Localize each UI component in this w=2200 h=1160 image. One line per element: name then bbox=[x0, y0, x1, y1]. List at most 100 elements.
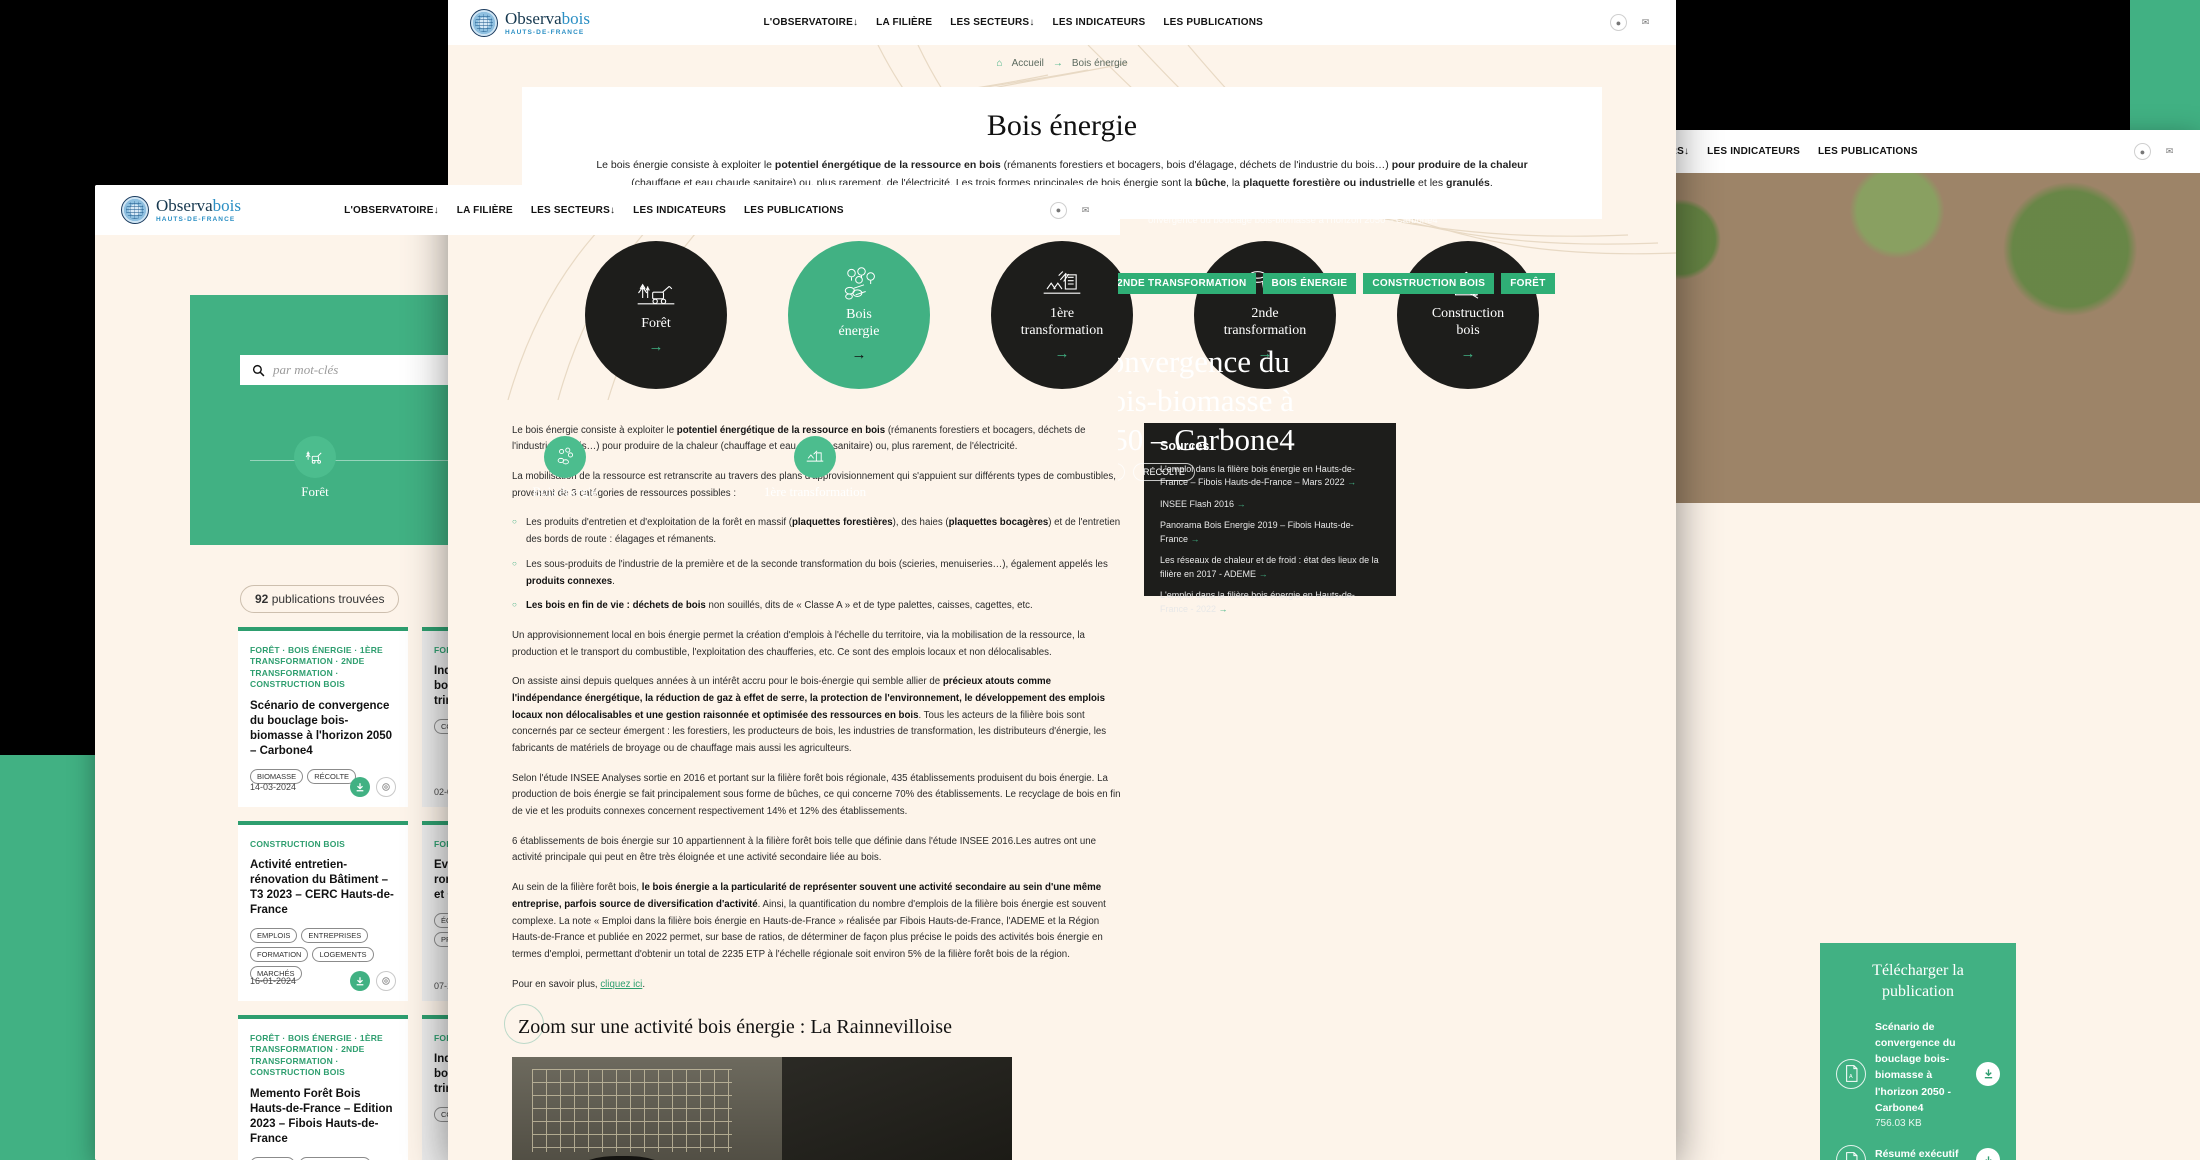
sub-tag[interactable]: BIOMASSE bbox=[1118, 463, 1126, 481]
category-tag[interactable]: FORÊT bbox=[1501, 273, 1555, 294]
file-name: Résumé exécutif bbox=[1875, 1147, 1959, 1160]
sector-filter-1ere-transformation[interactable]: 1ère transformation bbox=[740, 435, 890, 500]
site-logo[interactable]: Observabois HAUTS-DE-FRANCE bbox=[121, 196, 241, 224]
nav-item-publications[interactable]: LES PUBLICATIONS bbox=[1818, 146, 1918, 157]
logo-name-part1: Observa bbox=[156, 196, 213, 215]
nav-item-indicateurs[interactable]: LES INDICATEURS bbox=[1707, 146, 1800, 157]
file-size: 756.03 KB bbox=[1875, 1118, 1922, 1130]
card-tag[interactable]: BOIS D'OEUVRE bbox=[298, 1156, 372, 1160]
breadcrumb-home[interactable]: Accueil bbox=[1012, 58, 1044, 69]
card-actions[interactable] bbox=[350, 971, 396, 991]
site-logo[interactable]: Observabois HAUTS-DE-FRANCE bbox=[470, 8, 590, 37]
envelope-icon[interactable]: ✉ bbox=[1637, 14, 1654, 31]
card-tag[interactable]: LOGEMENTS bbox=[312, 947, 374, 963]
sector-label: Bois énergie bbox=[532, 483, 598, 499]
header-icons[interactable]: ● ✉ bbox=[1049, 201, 1094, 219]
learn-more-suffix: . bbox=[642, 978, 646, 990]
nav-item-indicateurs[interactable]: LES INDICATEURS bbox=[633, 205, 726, 216]
publication-card[interactable]: FORÊT · BOIS ÉNERGIE · 1ÈRE TRANSFORMATI… bbox=[238, 1015, 408, 1160]
publication-subtags[interactable]: BIOMASSE RÉCOLTE bbox=[1118, 463, 1195, 481]
decorative-green-stripe-right bbox=[2130, 0, 2200, 130]
publication-card[interactable]: FORÊT · BOIS ÉNERGIE · 1ÈRE TRANSFORMATI… bbox=[238, 627, 408, 807]
chevron-down-icon: ↓ bbox=[433, 204, 439, 216]
article-paragraph: Un approvisionnement local en bois énerg… bbox=[512, 629, 1085, 658]
header-icons[interactable]: ● ✉ bbox=[2134, 143, 2178, 160]
nav-item-observatoire[interactable]: L'OBSERVATOIRE↓ bbox=[763, 17, 858, 28]
sector-filter-foret[interactable]: Forêt bbox=[240, 435, 390, 500]
source-item[interactable]: Panorama Bois Energie 2019 – Fibois Haut… bbox=[1160, 519, 1380, 546]
sector-label: 1ère transformation bbox=[763, 483, 867, 499]
eye-icon[interactable] bbox=[376, 971, 396, 991]
card-footer: 16-01-2024 bbox=[250, 971, 396, 991]
user-account-icon[interactable]: ● bbox=[2134, 143, 2151, 160]
card-actions[interactable] bbox=[350, 777, 396, 797]
center-breadcrumb[interactable]: ⌂ Accueil → Bois énergie bbox=[448, 45, 1676, 81]
header-icons[interactable]: ● ✉ bbox=[1610, 14, 1654, 31]
category-tag[interactable]: CONSTRUCTION BOIS bbox=[1363, 273, 1495, 294]
publication-title: de convergence du ge bois-biomasse à n 2… bbox=[1118, 344, 1295, 457]
forest-harvester-icon bbox=[637, 283, 675, 305]
source-item[interactable]: Les réseaux de chaleur et de froid : éta… bbox=[1160, 554, 1380, 581]
nav-item-publications[interactable]: LES PUBLICATIONS bbox=[1163, 17, 1263, 28]
photo-worker-detail bbox=[552, 1156, 692, 1160]
nav-item-secteurs[interactable]: LES SECTEURS↓ bbox=[950, 17, 1034, 28]
article-paragraph: 6 établissements de bois énergie sur 10 … bbox=[512, 835, 1097, 864]
sector-bubble-1ere-transformation[interactable]: 1ère transformation → bbox=[991, 240, 1133, 389]
nav-item-observatoire[interactable]: L'OBSERVATOIRE↓ bbox=[344, 205, 439, 216]
learn-more-prefix: Pour en savoir plus, bbox=[512, 978, 601, 990]
category-tag[interactable]: 2NDE TRANSFORMATION bbox=[1118, 273, 1256, 294]
main-nav[interactable]: L'OBSERVATOIRE↓ LA FILIÈRE LES SECTEURS↓… bbox=[763, 17, 1263, 28]
arrow-right-icon: → bbox=[851, 345, 867, 363]
envelope-icon[interactable]: ✉ bbox=[1077, 202, 1094, 219]
article-paragraph: On assiste ainsi depuis quelques années … bbox=[512, 676, 1107, 754]
hero-category-tags[interactable]: TION 2NDE TRANSFORMATION BOIS ÉNERGIE CO… bbox=[1118, 273, 1578, 294]
card-title: Memento Forêt Bois Hauts-de-France – Edi… bbox=[250, 1087, 393, 1145]
main-nav[interactable]: L'OBSERVATOIRE↓ LA FILIÈRE LES SECTEURS↓… bbox=[344, 205, 844, 216]
wood-energy-icon bbox=[544, 435, 586, 478]
user-account-icon[interactable]: ● bbox=[1610, 14, 1627, 31]
download-icon[interactable] bbox=[350, 777, 370, 797]
bois-energie-page-window[interactable]: Observabois HAUTS-DE-FRANCE L'OBSERVATOI… bbox=[448, 0, 1676, 1160]
logo-wordmark: Observabois HAUTS-DE-FRANCE bbox=[505, 10, 590, 36]
nav-item-indicateurs[interactable]: LES INDICATEURS bbox=[1053, 17, 1146, 28]
search-placeholder: par mot-clés bbox=[273, 362, 339, 377]
card-tag[interactable]: FORMATION bbox=[250, 947, 309, 963]
card-tag[interactable]: ENTREPRISES bbox=[301, 928, 369, 944]
download-row[interactable]: A Scénario de convergence du bouclage bo… bbox=[1836, 1019, 2000, 1130]
download-button[interactable] bbox=[1976, 1061, 2000, 1086]
list-item: Les produits d'entretien et d'exploitati… bbox=[512, 515, 1122, 548]
card-categories: CONSTRUCTION BOIS bbox=[250, 839, 346, 849]
sub-tag[interactable]: RÉCOLTE bbox=[1133, 463, 1195, 481]
source-item[interactable]: L'emploi dans la filière bois énergie en… bbox=[1160, 589, 1380, 616]
category-tag[interactable]: BOIS ÉNERGIE bbox=[1262, 273, 1357, 294]
download-button[interactable] bbox=[1976, 1148, 2000, 1160]
card-tag[interactable]: EMPLOIS bbox=[250, 928, 298, 944]
arrow-right-icon: → bbox=[1054, 344, 1070, 362]
sector-bubble-foret[interactable]: Forêt → bbox=[585, 240, 727, 389]
nav-item-filiere[interactable]: LA FILIÈRE bbox=[457, 205, 513, 216]
user-account-icon[interactable]: ● bbox=[1049, 201, 1067, 219]
card-categories: FORÊT · BOIS ÉNERGIE · 1ÈRE TRANSFORMATI… bbox=[250, 645, 383, 690]
sector-bubble-bois-energie[interactable]: Bois énergie → bbox=[788, 240, 930, 389]
sector-filter-bois-energie[interactable]: Bois énergie bbox=[490, 435, 640, 500]
card-tag[interactable]: ARBRES bbox=[250, 1156, 295, 1160]
publication-card[interactable]: CONSTRUCTION BOIS Activité entretien-rén… bbox=[238, 821, 408, 1001]
arrow-right-icon: → bbox=[1218, 603, 1228, 614]
download-meta: Scénario de convergence du bouclage bois… bbox=[1875, 1019, 1967, 1130]
source-item[interactable]: INSEE Flash 2016 → bbox=[1160, 498, 1380, 512]
nav-item-secteurs[interactable]: LES SECTEURS↓ bbox=[531, 205, 615, 216]
eye-icon[interactable] bbox=[376, 777, 396, 797]
sawmill-icon bbox=[794, 435, 836, 478]
wood-energy-icon bbox=[844, 267, 875, 300]
nav-item-filiere[interactable]: LA FILIÈRE bbox=[876, 17, 932, 28]
breadcrumb-current: Bois énergie bbox=[1071, 57, 1128, 69]
download-row[interactable]: A Résumé exécutif 3.6 MB bbox=[1836, 1145, 2000, 1160]
arrow-right-icon: → bbox=[1236, 498, 1246, 509]
envelope-icon[interactable]: ✉ bbox=[2161, 143, 2178, 160]
arrow-right-icon: → bbox=[1347, 477, 1357, 488]
photo-machine-detail bbox=[782, 1057, 1012, 1160]
card-date: 14-03-2024 bbox=[250, 782, 297, 792]
nav-item-publications[interactable]: LES PUBLICATIONS bbox=[744, 205, 844, 216]
download-icon[interactable] bbox=[350, 971, 370, 991]
learn-more-link[interactable]: cliquez ici bbox=[600, 979, 642, 990]
